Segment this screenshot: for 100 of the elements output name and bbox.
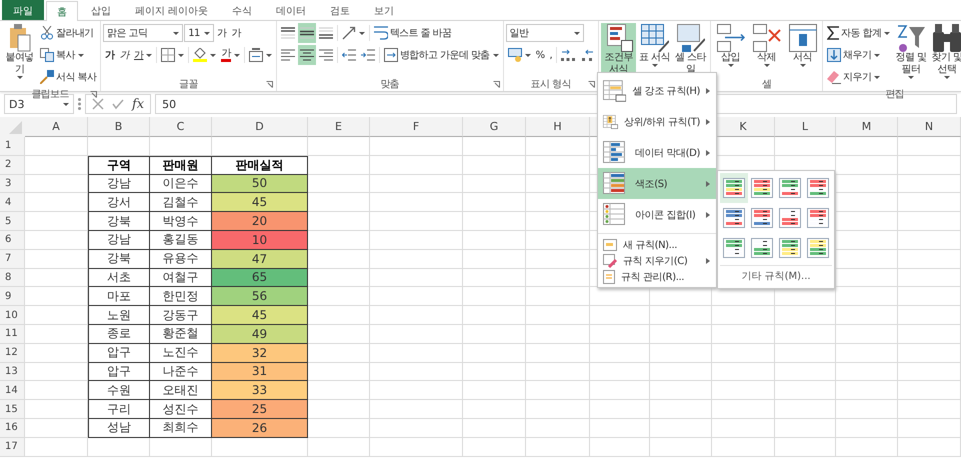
sheet-cell[interactable] (370, 381, 463, 400)
sheet-cell[interactable] (898, 344, 961, 363)
row-header[interactable]: 14 (0, 381, 25, 400)
sheet-cell[interactable] (526, 156, 590, 175)
sheet-cell[interactable] (836, 438, 898, 457)
sheet-cell[interactable] (836, 306, 898, 325)
column-header[interactable]: D (212, 117, 308, 137)
sheet-cell[interactable] (370, 418, 463, 438)
sheet-cell[interactable] (775, 344, 836, 363)
sheet-cell[interactable] (463, 193, 526, 212)
sheet-cell[interactable] (836, 137, 898, 156)
sheet-cell[interactable] (526, 438, 590, 457)
row-header[interactable]: 3 (0, 174, 25, 194)
launcher-icon[interactable] (266, 81, 273, 88)
column-header[interactable]: M (836, 117, 898, 137)
sheet-cell[interactable] (370, 400, 463, 419)
ribbon-button[interactable]: 삭제 (749, 23, 784, 68)
sheet-cell[interactable] (463, 400, 526, 419)
sheet-cell[interactable] (712, 438, 775, 457)
sheet-cell[interactable] (308, 324, 370, 344)
sheet-cell[interactable] (212, 438, 308, 457)
sheet-cell[interactable] (650, 362, 712, 382)
sheet-cell[interactable] (526, 287, 590, 306)
sheet-cell[interactable] (308, 212, 370, 231)
sheet-cell[interactable] (712, 381, 775, 400)
ribbon-tab[interactable]: 데이터 (265, 0, 318, 20)
sheet-cell[interactable] (370, 137, 463, 156)
launcher-icon[interactable] (90, 91, 98, 98)
menu-item[interactable]: 아이콘 집합(I) (598, 199, 716, 230)
sheet-cell[interactable] (650, 400, 712, 419)
toolbar-button[interactable]: , (547, 45, 554, 65)
sheet-cell[interactable] (836, 174, 898, 194)
sheet-cell[interactable] (590, 362, 650, 382)
sheet-cell[interactable] (898, 268, 961, 288)
sheet-cell[interactable] (526, 268, 590, 288)
ribbon-tab[interactable]: 삽입 (80, 0, 122, 20)
toolbar-button[interactable] (159, 45, 186, 65)
sheet-cell[interactable] (526, 324, 590, 344)
sheet-cell[interactable] (526, 344, 590, 363)
sheet-cell[interactable] (308, 137, 370, 156)
sheet-cell[interactable] (590, 400, 650, 419)
sheet-cell[interactable] (370, 287, 463, 306)
sheet-cell[interactable] (898, 230, 961, 250)
sheet-cell[interactable] (463, 212, 526, 231)
sheet-cell[interactable] (526, 193, 590, 212)
sheet-cell[interactable] (370, 230, 463, 250)
sheet-cell[interactable] (898, 362, 961, 382)
sheet-cell[interactable] (463, 287, 526, 306)
sheet-cell[interactable] (836, 324, 898, 344)
ribbon-button[interactable]: 붙여넣기 (2, 23, 37, 80)
sheet-cell[interactable] (370, 174, 463, 194)
sheet-cell[interactable] (308, 268, 370, 288)
sheet-cell[interactable] (650, 306, 712, 325)
column-header[interactable]: N (898, 117, 961, 137)
sheet-cell[interactable] (463, 268, 526, 288)
menu-item[interactable]: 규칙 관리(R)... (598, 269, 716, 285)
sheet-cell[interactable] (836, 250, 898, 269)
sheet-cell[interactable] (898, 174, 961, 194)
sheet-cell[interactable] (463, 137, 526, 156)
toolbar-button[interactable]: 채우기 (825, 45, 882, 65)
sheet-cell[interactable] (308, 438, 370, 457)
sheet-cell[interactable] (25, 438, 88, 457)
sheet-cell[interactable] (898, 400, 961, 419)
sheet-cell[interactable] (463, 362, 526, 382)
sheet-cell[interactable] (463, 306, 526, 325)
row-header[interactable]: 16 (0, 418, 25, 438)
sheet-cell[interactable] (308, 174, 370, 194)
sheet-cell[interactable] (526, 250, 590, 269)
sheet-cell[interactable] (836, 230, 898, 250)
check-icon[interactable] (112, 98, 124, 110)
toolbar-button[interactable]: 가 (132, 45, 154, 65)
sheet-cell[interactable] (308, 381, 370, 400)
sheet-cell[interactable] (308, 400, 370, 419)
menu-item[interactable]: 규칙 지우기(C) (598, 253, 716, 269)
sheet-cell[interactable] (650, 438, 712, 457)
sheet-cell[interactable] (308, 344, 370, 363)
sheet-cell[interactable] (775, 418, 836, 438)
toolbar-button[interactable]: 텍스트 줄 바꿈 (372, 23, 454, 43)
toolbar-button[interactable]: % (534, 45, 546, 65)
sheet-cell[interactable] (308, 418, 370, 438)
sheet-cell[interactable] (463, 156, 526, 175)
cancel-icon[interactable] (92, 98, 104, 110)
row-header[interactable]: 11 (0, 324, 25, 344)
toolbar-button[interactable]: 서식 복사 (38, 67, 98, 87)
column-header[interactable]: B (88, 117, 150, 137)
sheet-cell[interactable] (370, 193, 463, 212)
sheet-cell[interactable] (370, 324, 463, 344)
row-header[interactable]: 8 (0, 268, 25, 288)
sheet-cell[interactable] (898, 193, 961, 212)
toolbar-button[interactable]: 자동 합계 (825, 23, 892, 43)
sheet-cell[interactable] (650, 418, 712, 438)
sheet-cell[interactable] (463, 250, 526, 269)
toolbar-button[interactable]: 병합하고 가운데 맞춤 (382, 45, 501, 65)
menu-item[interactable]: 데이터 막대(D) (598, 137, 716, 168)
row-header[interactable]: 7 (0, 250, 25, 269)
column-header[interactable]: L (775, 117, 836, 137)
dropdown-field[interactable]: 일반 (506, 24, 584, 42)
sheet-cell[interactable] (836, 212, 898, 231)
sheet-cell[interactable] (898, 212, 961, 231)
sheet-cell[interactable] (775, 324, 836, 344)
